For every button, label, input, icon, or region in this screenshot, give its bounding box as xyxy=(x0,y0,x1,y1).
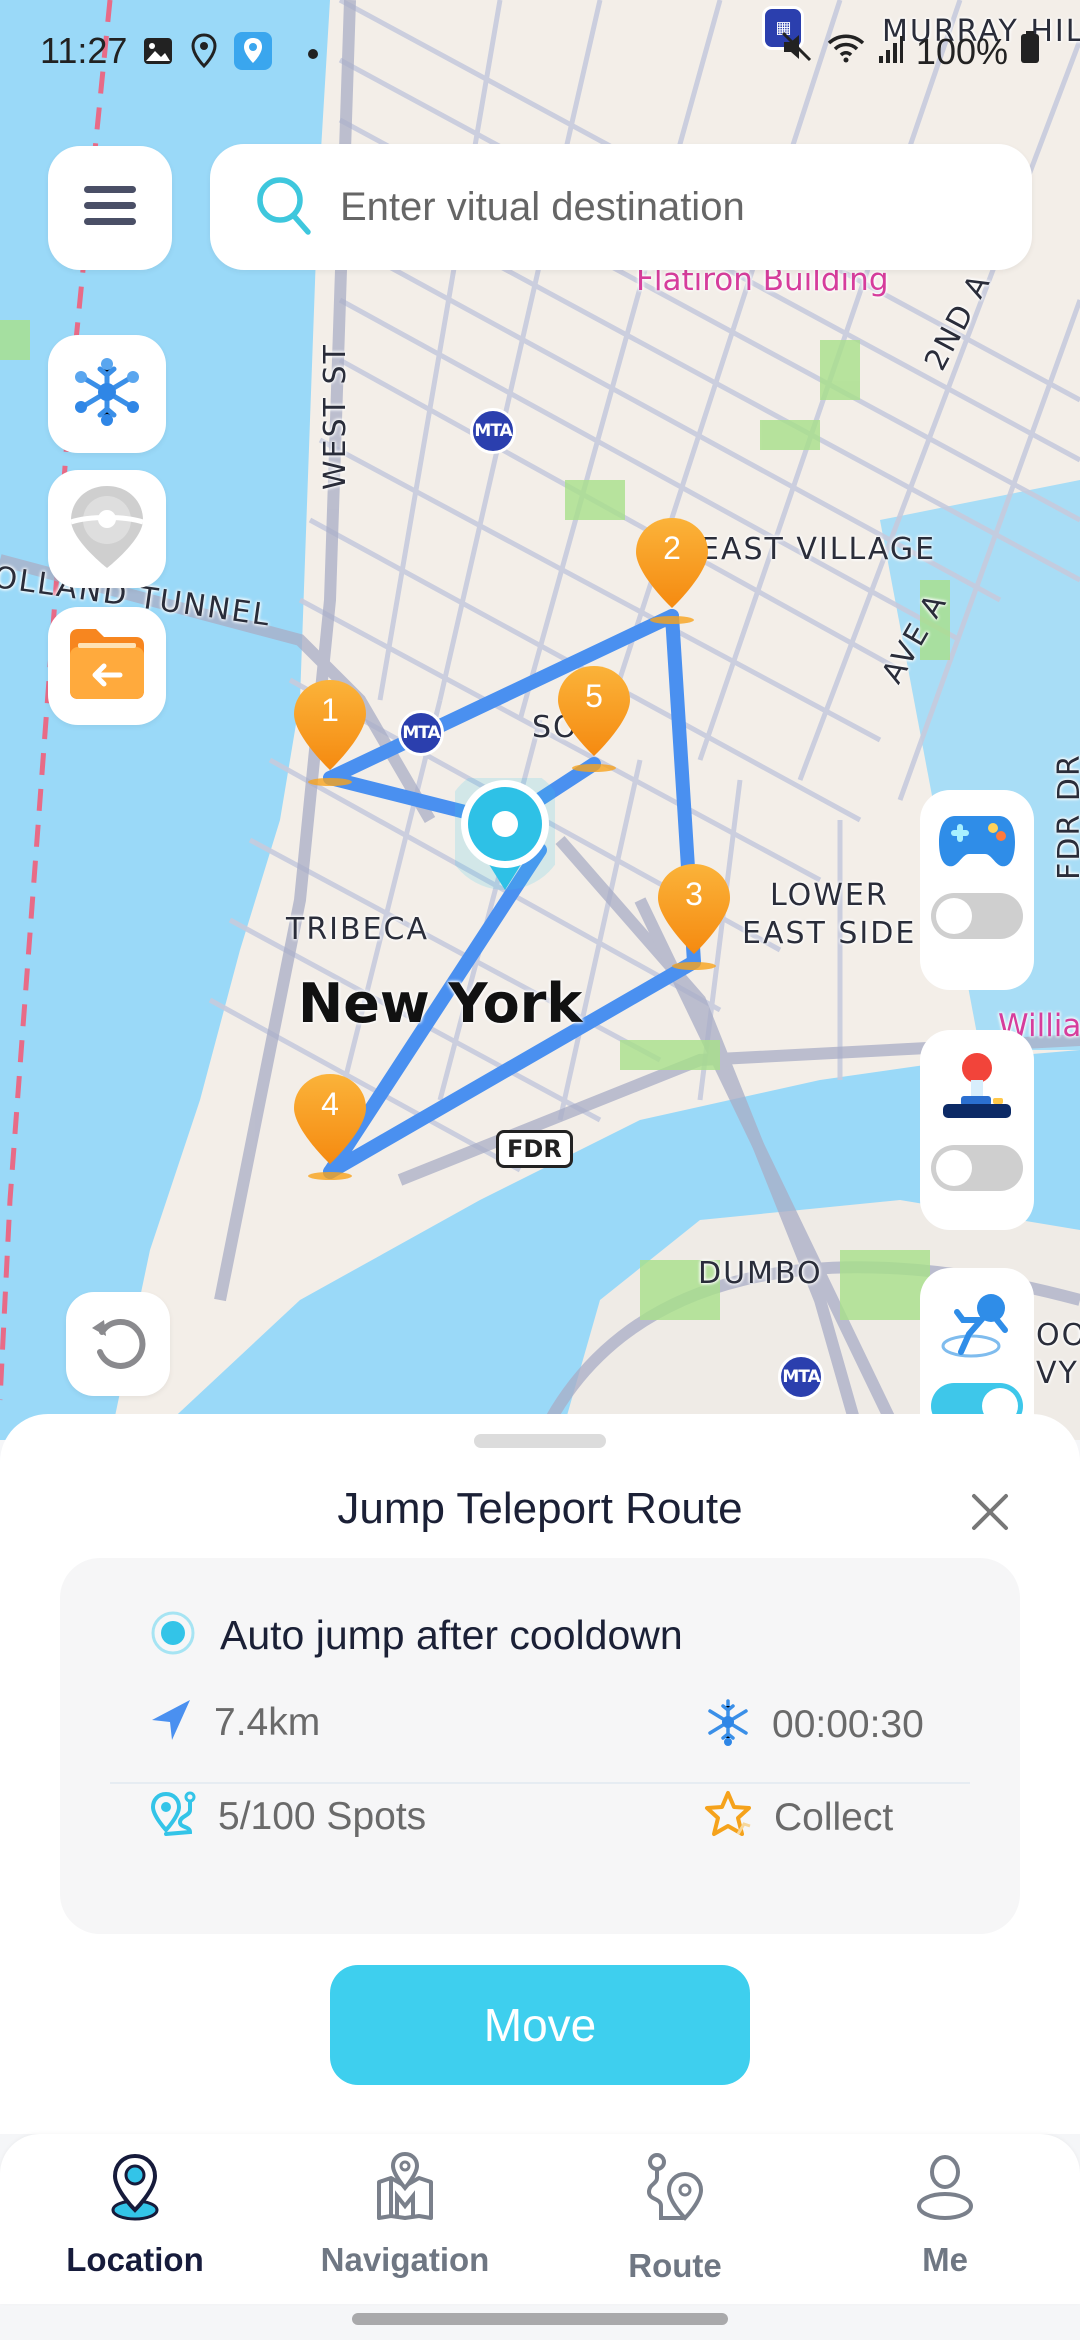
wifi-icon xyxy=(826,31,866,73)
route-pin-4[interactable]: 4 xyxy=(290,1072,370,1182)
route-icon xyxy=(643,2152,707,2229)
map-pin-icon xyxy=(373,2151,437,2227)
distance-value: 7.4km xyxy=(214,1700,321,1744)
jump-teleport-route-sheet: Jump Teleport Route Auto jump after cool… xyxy=(0,1414,1080,2134)
area-label-lower-east-side-line2: EAST SIDE xyxy=(742,916,917,951)
nav-tab-route[interactable]: Route xyxy=(540,2134,810,2304)
area-label-dumbo: DUMBO xyxy=(698,1256,823,1291)
nav-tab-location[interactable]: Location xyxy=(0,2134,270,2304)
nav-label-location: Location xyxy=(66,2241,204,2278)
area-label-lower-east-side-line1: LOWER xyxy=(770,878,889,913)
route-pin-number: 3 xyxy=(685,876,703,912)
mute-icon xyxy=(780,30,814,73)
pokeball-pin-icon xyxy=(69,484,145,575)
import-route-button[interactable] xyxy=(48,607,166,725)
location-icon xyxy=(190,33,218,74)
sheet-title: Jump Teleport Route xyxy=(337,1484,743,1533)
battery-percent: 100% xyxy=(915,30,1008,72)
gallery-icon xyxy=(142,35,174,72)
destination-search-input[interactable] xyxy=(340,184,940,230)
nav-label-me: Me xyxy=(922,2241,968,2278)
current-location-marker[interactable] xyxy=(443,766,567,898)
route-pin-number: 5 xyxy=(585,678,603,714)
teleport-runner-icon xyxy=(939,1290,1015,1365)
nav-tab-navigation[interactable]: Navigation xyxy=(270,2134,540,2304)
navigation-arrow-icon xyxy=(150,1698,194,1747)
folder-import-icon xyxy=(68,627,146,706)
search-bar[interactable] xyxy=(210,144,1032,270)
nav-label-route: Route xyxy=(628,2247,722,2284)
undo-rotate-icon xyxy=(88,1312,148,1377)
highway-shield-fdr: FDR xyxy=(496,1130,573,1168)
route-info-card: Auto jump after cooldown 7.4km 00:00:30 xyxy=(60,1558,1020,1934)
gamepad-icon xyxy=(937,812,1017,875)
joystick-card xyxy=(920,1030,1034,1230)
mta-station-icon[interactable]: MTA xyxy=(778,1354,824,1400)
street-label-fdr-dr: FDR DR xyxy=(1052,753,1080,880)
pokestop-filter-button[interactable] xyxy=(48,470,166,588)
battery-icon xyxy=(1020,30,1040,73)
status-bar: 11:27 100% xyxy=(0,0,1080,100)
route-pin-number: 4 xyxy=(321,1086,339,1122)
area-label-brooklyn-line2: VY Y xyxy=(1036,1356,1080,1391)
snowflake-icon xyxy=(72,357,142,432)
street-label-west-st: WEST ST xyxy=(318,343,353,490)
menu-button[interactable] xyxy=(48,146,172,270)
move-button[interactable]: Move xyxy=(330,1965,750,2085)
close-button[interactable] xyxy=(966,1488,1014,1536)
collect-button[interactable]: Collect xyxy=(704,1790,893,1845)
snowflake-icon xyxy=(704,1698,752,1751)
area-label-brooklyn-line1: OOK xyxy=(1036,1318,1080,1353)
game-mode-toggle[interactable] xyxy=(931,893,1023,939)
mta-station-icon[interactable]: MTA xyxy=(470,408,516,454)
sheet-drag-handle[interactable] xyxy=(474,1434,606,1448)
cooldown-timer: 00:00:30 xyxy=(704,1698,924,1751)
hamburger-menu-icon xyxy=(82,183,138,234)
bottom-navigation: Location Navigation Route Me xyxy=(0,2134,1080,2304)
status-time: 11:27 xyxy=(40,30,128,71)
divider xyxy=(110,1782,970,1784)
mta-station-icon[interactable]: MTA xyxy=(398,710,444,756)
app-location-icon xyxy=(234,32,272,75)
signal-icon xyxy=(878,31,904,73)
radio-selected-icon[interactable] xyxy=(150,1610,196,1661)
nav-label-navigation: Navigation xyxy=(320,2241,490,2278)
cooldown-value: 00:00:30 xyxy=(772,1702,924,1746)
nav-tab-me[interactable]: Me xyxy=(810,2134,1080,2304)
game-mode-card xyxy=(920,790,1034,990)
city-label-new-york: New York xyxy=(298,972,583,1035)
close-icon xyxy=(966,1494,1014,1540)
joystick-icon xyxy=(941,1052,1013,1127)
route-distance: 7.4km xyxy=(150,1698,320,1747)
route-pin-number: 1 xyxy=(321,692,339,728)
joystick-toggle[interactable] xyxy=(931,1145,1023,1191)
spots-value: 5/100 Spots xyxy=(218,1794,427,1838)
dot-icon xyxy=(308,48,318,59)
home-indicator[interactable] xyxy=(352,2313,728,2325)
route-pin-3[interactable]: 3 xyxy=(654,862,734,972)
auto-jump-option[interactable]: Auto jump after cooldown xyxy=(150,1610,683,1661)
user-profile-icon xyxy=(913,2152,977,2227)
route-pin-5[interactable]: 5 xyxy=(554,664,634,774)
area-label-east-village: EAST VILLAGE xyxy=(700,532,937,567)
cooldown-freeze-button[interactable] xyxy=(48,335,166,453)
route-pin-1[interactable]: 1 xyxy=(290,678,370,788)
route-spots-count: 5/100 Spots xyxy=(150,1790,426,1843)
search-icon xyxy=(254,174,314,241)
location-pin-icon xyxy=(103,2152,167,2227)
reset-route-button[interactable] xyxy=(66,1292,170,1396)
route-pin-2[interactable]: 2 xyxy=(632,516,712,626)
star-collect-icon xyxy=(704,1790,754,1845)
collect-label: Collect xyxy=(774,1795,894,1839)
area-label-tribeca: TRIBECA xyxy=(286,912,430,947)
route-pin-number: 2 xyxy=(663,530,681,566)
route-spots-icon xyxy=(150,1790,198,1843)
auto-jump-label: Auto jump after cooldown xyxy=(220,1612,683,1658)
